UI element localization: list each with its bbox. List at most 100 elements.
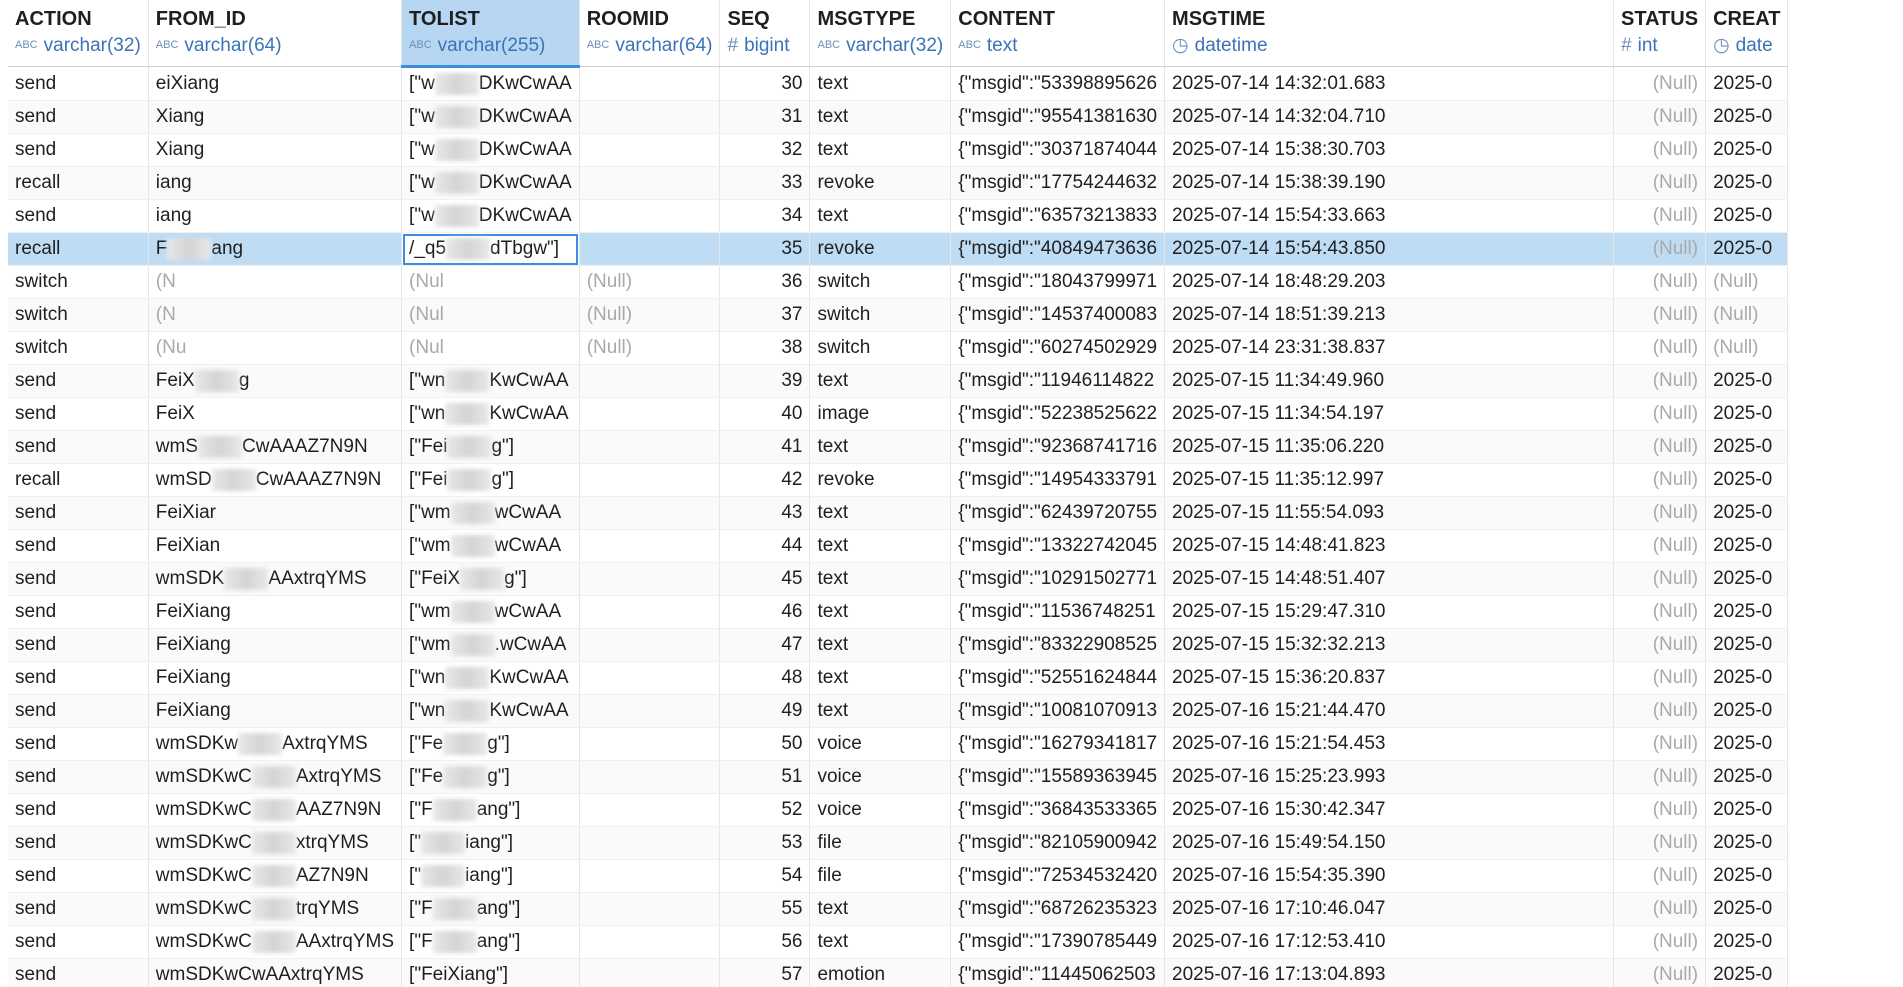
column-header-msgtype[interactable]: MSGTYPE ABC varchar(32) [809, 0, 952, 67]
cell-created[interactable]: 2025-0 [1705, 133, 1789, 167]
cell-roomid[interactable] [579, 496, 721, 530]
cell-seq[interactable]: 32 [719, 133, 811, 167]
cell-action[interactable]: send [8, 529, 149, 563]
cell-msgtime[interactable]: 2025-07-16 15:54:35.390 [1164, 859, 1615, 893]
cell-msgtype[interactable]: switch [809, 265, 952, 299]
table-row[interactable]: send iang ["w DKwCwAA 34 text {"msgid":"635732… [8, 199, 1789, 233]
cell-seq[interactable]: 31 [719, 100, 811, 134]
cell-tolist[interactable]: ["F ang"] [401, 793, 580, 827]
cell-roomid[interactable] [579, 760, 721, 794]
cell-created[interactable]: 2025-0 [1705, 430, 1789, 464]
cell-status[interactable]: (Null) [1613, 232, 1707, 266]
cell-action[interactable]: recall [8, 166, 149, 200]
cell-content[interactable]: {"msgid":"14954333791 [950, 463, 1166, 497]
cell-content[interactable]: {"msgid":"13322742045 [950, 529, 1166, 563]
cell-status[interactable]: (Null) [1613, 727, 1707, 761]
cell-tolist[interactable]: ["FeiX g"] [401, 562, 580, 596]
cell-roomid[interactable] [579, 628, 721, 662]
cell-msgtype[interactable]: revoke [809, 463, 952, 497]
cell-created[interactable]: 2025-0 [1705, 892, 1789, 926]
cell-roomid[interactable] [579, 199, 721, 233]
cell-created[interactable]: 2025-0 [1705, 859, 1789, 893]
cell-seq[interactable]: 33 [719, 166, 811, 200]
cell-roomid[interactable] [579, 859, 721, 893]
cell-status[interactable]: (Null) [1613, 628, 1707, 662]
cell-created[interactable]: (Null) [1705, 331, 1789, 365]
cell-status[interactable]: (Null) [1613, 793, 1707, 827]
cell-action[interactable]: send [8, 199, 149, 233]
cell-roomid[interactable] [579, 826, 721, 860]
cell-status[interactable]: (Null) [1613, 595, 1707, 629]
cell-status[interactable]: (Null) [1613, 331, 1707, 365]
cell-tolist[interactable]: (Nul [401, 298, 580, 332]
cell-created[interactable]: 2025-0 [1705, 925, 1789, 959]
cell-created[interactable]: (Null) [1705, 298, 1789, 332]
cell-from-id[interactable]: FeiXian [148, 529, 403, 563]
cell-msgtype[interactable]: file [809, 826, 952, 860]
table-row[interactable]: recall Fang/_q5 dTbgw"] 35 revoke {"msgid":"4… [8, 232, 1789, 266]
cell-seq[interactable]: 46 [719, 595, 811, 629]
cell-seq[interactable]: 45 [719, 562, 811, 596]
cell-from-id[interactable]: FeiX [148, 397, 403, 431]
cell-seq[interactable]: 37 [719, 298, 811, 332]
cell-content[interactable]: {"msgid":"60274502929 [950, 331, 1166, 365]
cell-created[interactable]: 2025-0 [1705, 463, 1789, 497]
cell-content[interactable]: {"msgid":"62439720755 [950, 496, 1166, 530]
cell-tolist[interactable]: ["w DKwCwAA [401, 133, 580, 167]
cell-from-id[interactable]: wmSDK AAxtrqYMS [148, 562, 403, 596]
cell-seq[interactable]: 48 [719, 661, 811, 695]
cell-content[interactable]: {"msgid":"72534532420 [950, 859, 1166, 893]
cell-tolist[interactable]: [" iang"] [401, 859, 580, 893]
cell-status[interactable]: (Null) [1613, 430, 1707, 464]
cell-from-id[interactable]: Fang [148, 232, 403, 266]
cell-roomid[interactable] [579, 595, 721, 629]
cell-msgtime[interactable]: 2025-07-14 18:51:39.213 [1164, 298, 1615, 332]
cell-from-id[interactable]: FeiXiang [148, 694, 403, 728]
cell-content[interactable]: {"msgid":"10291502771 [950, 562, 1166, 596]
cell-roomid[interactable] [579, 793, 721, 827]
cell-seq[interactable]: 35 [719, 232, 811, 266]
cell-created[interactable]: 2025-0 [1705, 66, 1789, 101]
table-row[interactable]: send wmSDKw AxtrqYMS ["Fe g"] 50 voice {"msgid"… [8, 727, 1789, 761]
cell-created[interactable]: 2025-0 [1705, 166, 1789, 200]
cell-from-id[interactable]: eiXiang [148, 66, 403, 101]
cell-action[interactable]: send [8, 66, 149, 101]
cell-msgtype[interactable]: image [809, 397, 952, 431]
cell-msgtype[interactable]: text [809, 199, 952, 233]
cell-action[interactable]: send [8, 727, 149, 761]
cell-action[interactable]: send [8, 859, 149, 893]
cell-msgtype[interactable]: text [809, 496, 952, 530]
cell-msgtype[interactable]: text [809, 595, 952, 629]
cell-from-id[interactable]: FeiXiang [148, 661, 403, 695]
cell-roomid[interactable] [579, 694, 721, 728]
cell-action[interactable]: recall [8, 232, 149, 266]
cell-action[interactable]: send [8, 595, 149, 629]
cell-content[interactable]: {"msgid":"16279341817 [950, 727, 1166, 761]
cell-action[interactable]: send [8, 496, 149, 530]
table-row[interactable]: send wmSDK AAxtrqYMS ["FeiX g"] 45 text {"msgid… [8, 562, 1789, 596]
cell-msgtype[interactable]: emotion [809, 958, 952, 987]
cell-tolist[interactable]: ["w DKwCwAA [401, 100, 580, 134]
cell-msgtype[interactable]: text [809, 892, 952, 926]
cell-msgtime[interactable]: 2025-07-14 15:38:30.703 [1164, 133, 1615, 167]
table-row[interactable]: send FeiXiang ["wm wCwAA 46 text {"msgid":"115… [8, 595, 1789, 629]
cell-from-id[interactable]: wmSDKwC AxtrqYMS [148, 760, 403, 794]
table-row[interactable]: send FeiXiang ["wm .wCwAA 47 text {"msgid":"83… [8, 628, 1789, 662]
cell-tolist[interactable]: ["w DKwCwAA [401, 199, 580, 233]
column-header-roomid[interactable]: ROOMID ABC varchar(64) [579, 0, 721, 67]
cell-msgtype[interactable]: file [809, 859, 952, 893]
cell-tolist[interactable]: ["wm .wCwAA [401, 628, 580, 662]
cell-msgtype[interactable]: switch [809, 298, 952, 332]
cell-content[interactable]: {"msgid":"82105900942 [950, 826, 1166, 860]
cell-content[interactable]: {"msgid":"11445062503 [950, 958, 1166, 987]
column-header-msgtime[interactable]: MSGTIME ◷ datetime [1164, 0, 1615, 67]
cell-msgtime[interactable]: 2025-07-15 15:32:32.213 [1164, 628, 1615, 662]
cell-roomid[interactable]: (Null) [579, 298, 721, 332]
cell-msgtime[interactable]: 2025-07-15 11:34:49.960 [1164, 364, 1615, 398]
cell-status[interactable]: (Null) [1613, 166, 1707, 200]
table-row[interactable]: send wmSDKwC AxtrqYMS ["Fe g"] 51 voice {"msgid… [8, 760, 1789, 794]
cell-roomid[interactable] [579, 958, 721, 987]
cell-roomid[interactable] [579, 166, 721, 200]
cell-from-id[interactable]: wmSD CwAAAZ7N9N [148, 463, 403, 497]
table-row[interactable]: send FeiXiang ["wn KwCwAA 49 text {"msgid":"10… [8, 694, 1789, 728]
